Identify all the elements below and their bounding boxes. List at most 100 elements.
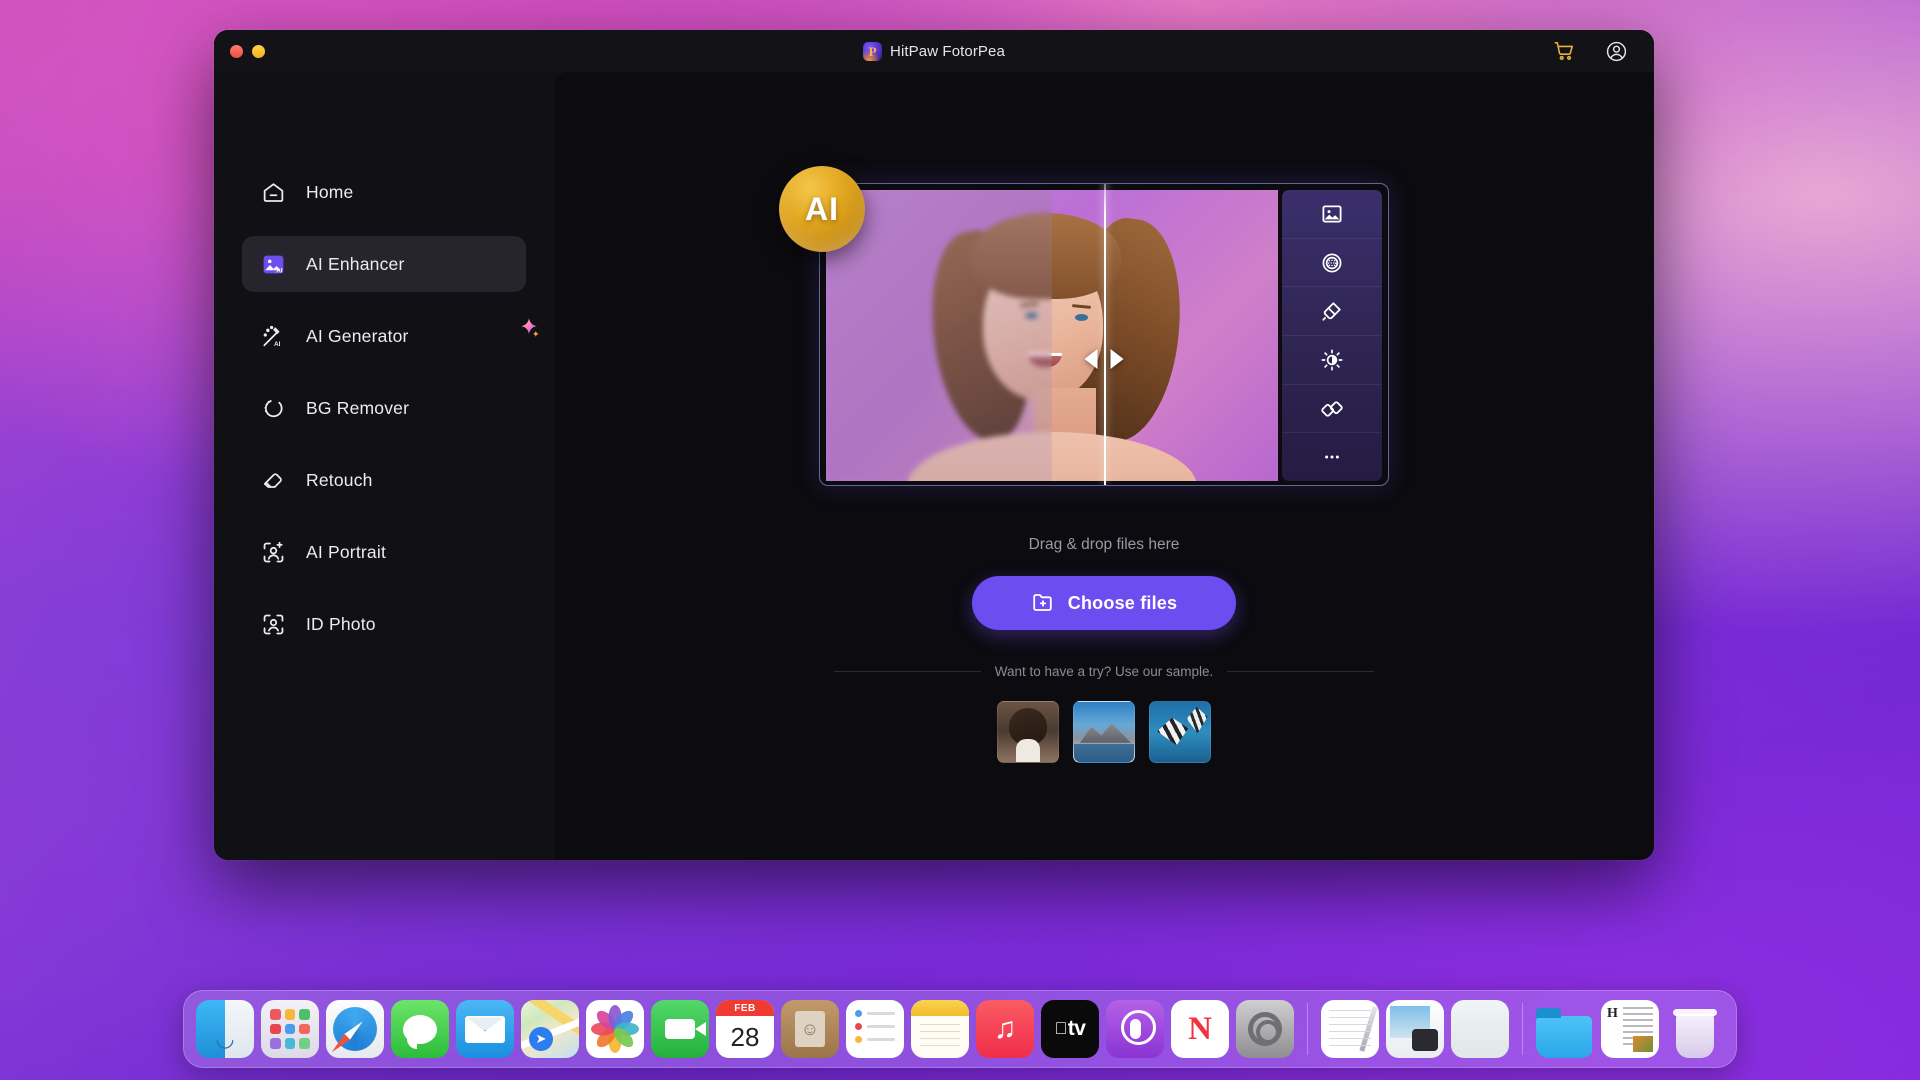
stamp-icon[interactable] xyxy=(1282,287,1382,337)
sidebar-item-home[interactable]: Home xyxy=(242,164,526,220)
dock-item-mail[interactable] xyxy=(456,1000,514,1058)
sidebar-item-ai-enhancer[interactable]: AI AI Enhancer xyxy=(242,236,526,292)
ai-badge: AI xyxy=(779,166,865,252)
dock-item-facetime[interactable] xyxy=(651,1000,709,1058)
window-title-group: P HitPaw FotorPea xyxy=(214,30,1654,72)
app-logo-icon: P xyxy=(863,41,883,61)
sidebar-item-label: AI Generator xyxy=(306,325,409,346)
drag-drop-text: Drag & drop files here xyxy=(1028,536,1180,553)
dock-separator-2 xyxy=(1522,1003,1523,1055)
preview-toolbar xyxy=(1282,190,1382,481)
choose-files-button[interactable]: Choose files xyxy=(972,576,1236,630)
sidebar: Home AI AI Enhancer AI AI Generator BG R… xyxy=(214,72,554,860)
document-letter: H xyxy=(1607,1006,1618,1021)
sidebar-item-retouch[interactable]: Retouch xyxy=(242,452,526,508)
ai-enhancer-icon: AI xyxy=(260,251,286,277)
close-button[interactable] xyxy=(230,44,243,58)
dock-item-reminders[interactable] xyxy=(846,1000,904,1058)
title-bar: P HitPaw FotorPea xyxy=(214,30,1654,72)
ai-generator-icon: AI xyxy=(260,323,286,349)
music-note-icon: ♫ xyxy=(993,1012,1017,1045)
dock-item-textedit[interactable] xyxy=(1321,1000,1379,1058)
divider-right xyxy=(1227,671,1375,672)
appletv-label: tv xyxy=(1061,1017,1086,1040)
window-body: Home AI AI Enhancer AI AI Generator BG R… xyxy=(214,72,1654,860)
sidebar-item-label: Home xyxy=(306,181,354,202)
id-photo-icon xyxy=(260,611,286,637)
more-options-icon[interactable] xyxy=(1282,433,1382,481)
dock-item-downloads-folder[interactable] xyxy=(1536,1000,1594,1058)
svg-text:AI: AI xyxy=(274,340,281,347)
preview-photo xyxy=(826,190,1278,481)
sidebar-item-label: BG Remover xyxy=(306,397,410,418)
image-enhance-icon[interactable] xyxy=(1282,190,1382,239)
sample-thumbnail-fish[interactable] xyxy=(1149,701,1211,763)
patch-icon[interactable] xyxy=(1282,385,1382,434)
sidebar-item-id-photo[interactable]: ID Photo xyxy=(242,596,526,652)
ai-badge-label: AI xyxy=(805,190,839,227)
dock-item-trash[interactable] xyxy=(1666,1000,1724,1058)
sample-divider-row: Want to have a try? Use our sample. xyxy=(834,664,1375,679)
sparkle-badge-icon xyxy=(518,316,540,338)
sidebar-item-ai-portrait[interactable]: AI Portrait xyxy=(242,524,526,580)
dock-item-blank-app[interactable] xyxy=(1451,1000,1509,1058)
brightness-icon[interactable] xyxy=(1282,336,1382,385)
sidebar-item-label: AI Portrait xyxy=(306,541,387,562)
dock-item-maps[interactable]: ➤ xyxy=(521,1000,579,1058)
portrait-eye-right xyxy=(1074,313,1088,321)
sidebar-item-label: ID Photo xyxy=(306,613,376,634)
dock-item-preview[interactable] xyxy=(1386,1000,1444,1058)
dock-item-appletv[interactable]:  tv xyxy=(1041,1000,1099,1058)
news-letter: N xyxy=(1188,1010,1212,1047)
calendar-month-label: FEB xyxy=(716,1000,774,1016)
sidebar-item-label: Retouch xyxy=(306,469,373,490)
dock-item-news[interactable]: N xyxy=(1171,1000,1229,1058)
contacts-glyph: ☺ xyxy=(795,1011,825,1047)
dock-item-music[interactable]: ♫ xyxy=(976,1000,1034,1058)
titlebar-actions xyxy=(1552,39,1628,63)
minimize-button[interactable] xyxy=(252,44,265,58)
before-half-overlay xyxy=(826,190,1052,481)
svg-text:AI: AI xyxy=(276,267,283,274)
sample-thumbnails xyxy=(997,701,1211,763)
comparison-slider-handle[interactable] xyxy=(1084,348,1124,369)
app-logo-letter: P xyxy=(868,43,877,59)
dock: ➤ FEB 28 ☺ ♫  tv N xyxy=(183,990,1737,1068)
dock-item-messages[interactable] xyxy=(391,1000,449,1058)
dock-separator-1 xyxy=(1307,1003,1308,1055)
maps-pin-icon: ➤ xyxy=(529,1027,553,1051)
dock-item-launchpad[interactable] xyxy=(261,1000,319,1058)
app-title: HitPaw FotorPea xyxy=(890,42,1005,60)
choose-files-label: Choose files xyxy=(1067,592,1178,613)
preview-hero: AI xyxy=(779,166,1389,486)
dock-item-safari[interactable] xyxy=(326,1000,384,1058)
comparison-split-line xyxy=(1104,184,1106,485)
dock-item-calendar[interactable]: FEB 28 xyxy=(716,1000,774,1058)
dock-item-podcasts[interactable] xyxy=(1106,1000,1164,1058)
dock-item-document[interactable]: H xyxy=(1601,1000,1659,1058)
folder-add-icon xyxy=(1031,590,1055,617)
sample-thumbnail-portrait[interactable] xyxy=(997,701,1059,763)
slider-right-arrow-icon xyxy=(1110,348,1124,369)
preview-frame xyxy=(819,183,1389,486)
denoise-icon[interactable] xyxy=(1282,239,1382,288)
dock-item-system-settings[interactable] xyxy=(1236,1000,1294,1058)
dock-item-notes[interactable] xyxy=(911,1000,969,1058)
sidebar-item-label: AI Enhancer xyxy=(306,253,405,274)
calendar-day-label: 28 xyxy=(730,1021,760,1052)
slider-left-arrow-icon xyxy=(1084,348,1098,369)
dock-item-photos[interactable] xyxy=(586,1000,644,1058)
sidebar-item-bg-remover[interactable]: BG Remover xyxy=(242,380,526,436)
retouch-icon xyxy=(260,467,286,493)
sidebar-item-ai-generator[interactable]: AI AI Generator xyxy=(242,308,539,364)
cart-icon[interactable] xyxy=(1552,39,1576,63)
traffic-lights xyxy=(230,44,265,58)
sample-thumbnail-landscape[interactable] xyxy=(1073,701,1135,763)
dock-item-finder[interactable] xyxy=(196,1000,254,1058)
home-icon xyxy=(260,179,286,205)
divider-left xyxy=(834,671,981,672)
apple-logo-icon:  xyxy=(1055,1019,1068,1039)
dock-item-contacts[interactable]: ☺ xyxy=(781,1000,839,1058)
bg-remover-icon xyxy=(260,395,286,421)
account-icon[interactable] xyxy=(1604,39,1628,63)
